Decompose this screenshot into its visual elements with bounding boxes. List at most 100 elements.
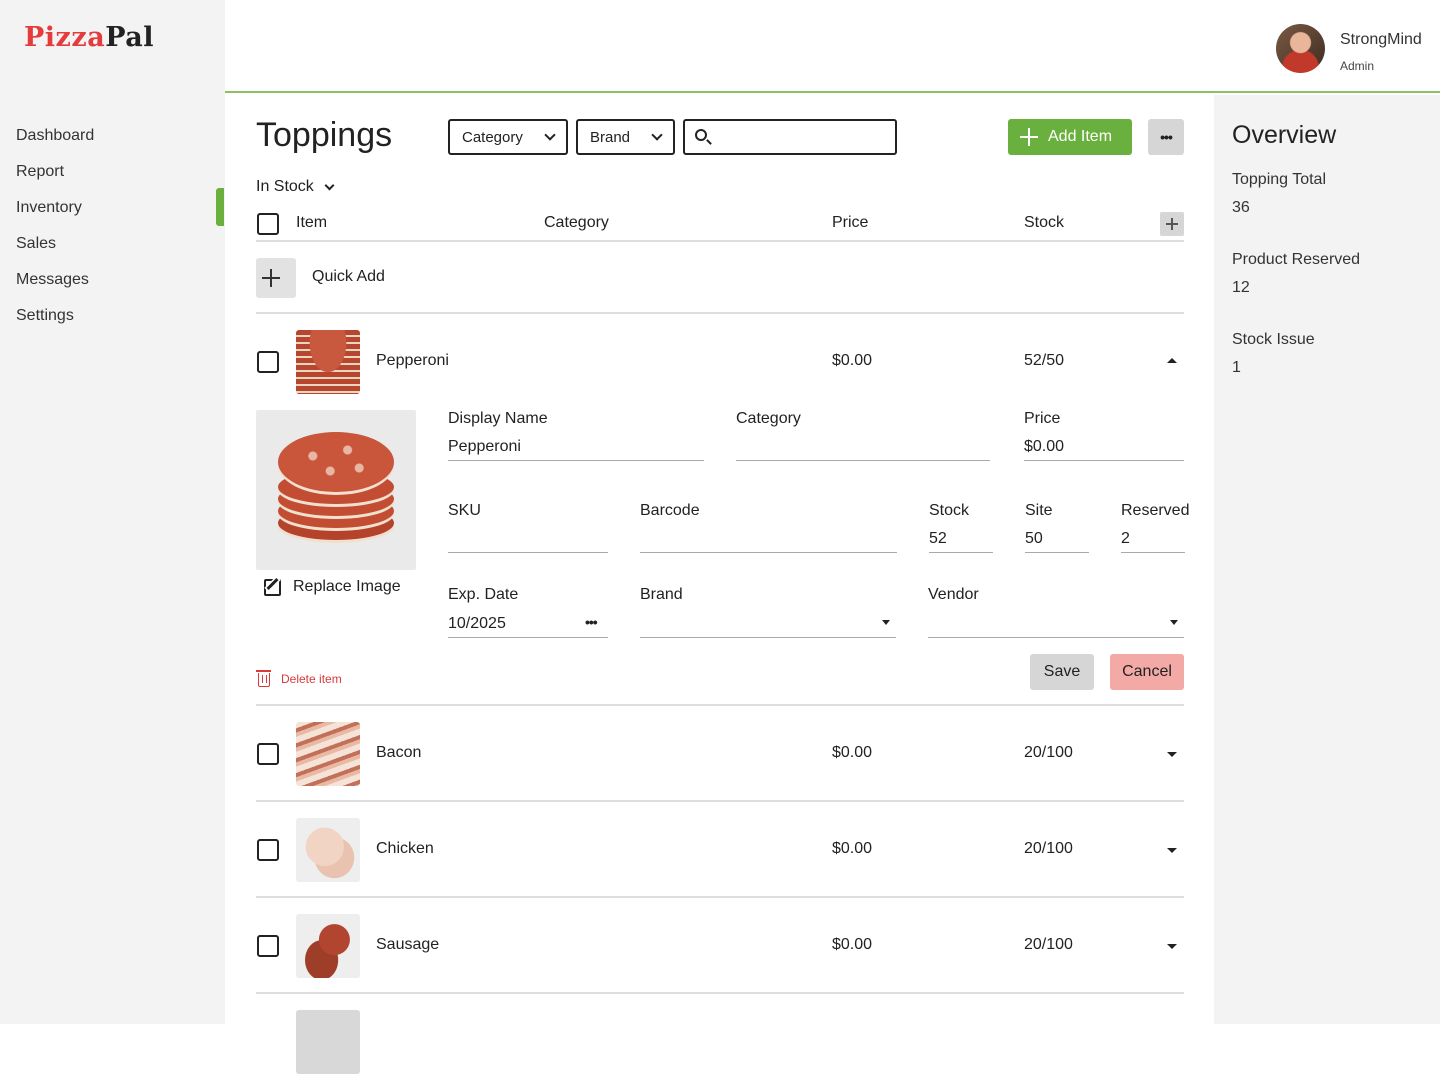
user-name[interactable]: StrongMind [1340, 31, 1422, 49]
pepperoni-thumbnail [296, 330, 360, 394]
more-options-button[interactable]: ••• [1148, 119, 1184, 155]
product-image [256, 410, 416, 570]
exp-date-field[interactable] [448, 610, 608, 638]
column-header-item[interactable]: Item [296, 214, 327, 232]
chevron-down-icon [544, 129, 556, 141]
replace-image-label: Replace Image [293, 578, 401, 595]
divider [256, 800, 1184, 802]
vendor-label: Vendor [928, 586, 979, 603]
chevron-down-icon [651, 129, 663, 141]
category-label: Category [736, 410, 801, 427]
add-item-label: Add Item [1048, 128, 1113, 145]
logo-part-pal: Pal [105, 22, 155, 53]
stock-filter-dropdown[interactable]: In Stock [256, 178, 335, 196]
row-stock: 20/100 [1024, 744, 1073, 761]
plus-icon [1166, 218, 1178, 230]
display-name-label: Display Name [448, 410, 548, 427]
search-input[interactable] [683, 119, 897, 155]
row-checkbox[interactable] [257, 935, 279, 957]
stat-value-topping-total: 36 [1232, 199, 1250, 216]
page-title: Toppings [256, 116, 393, 154]
expand-row-icon[interactable] [1167, 944, 1177, 949]
vendor-select[interactable] [928, 610, 1184, 638]
sku-label: SKU [448, 502, 481, 519]
logo-part-pizza: Pizza [24, 22, 106, 53]
collapse-row-icon[interactable] [1167, 358, 1177, 363]
sidebar-item-dashboard[interactable]: Dashboard [16, 118, 206, 154]
next-row-thumbnail [296, 1010, 360, 1074]
row-item-name: Pepperoni [376, 352, 449, 369]
brand-dropdown-label: Brand [590, 128, 631, 146]
row-checkbox[interactable] [257, 839, 279, 861]
row-checkbox[interactable] [257, 351, 279, 373]
row-stock: 20/100 [1024, 840, 1073, 857]
edit-icon [264, 578, 281, 596]
stat-value-stock-issue: 1 [1232, 359, 1241, 376]
pepperoni-top-slice [278, 432, 394, 492]
divider [256, 992, 1184, 994]
column-header-stock[interactable]: Stock [1024, 214, 1064, 232]
reserved-label: Reserved [1121, 502, 1190, 519]
chevron-down-icon [324, 180, 335, 190]
row-stock: 20/100 [1024, 936, 1073, 953]
sidebar-item-sales[interactable]: Sales [16, 226, 206, 262]
sidebar-item-inventory[interactable]: Inventory [16, 190, 206, 226]
row-item-name: Chicken [376, 840, 434, 857]
user-avatar[interactable] [1276, 24, 1325, 73]
brand-select[interactable] [640, 610, 896, 638]
row-item-name: Sausage [376, 936, 440, 953]
sku-field[interactable] [448, 525, 608, 553]
sidebar-item-messages[interactable]: Messages [16, 262, 206, 298]
column-header-category[interactable]: Category [544, 214, 609, 232]
site-field[interactable] [1025, 525, 1089, 553]
category-field[interactable] [736, 433, 990, 461]
sidebar: PizzaPal Dashboard Report Inventory Sale… [0, 0, 225, 1024]
row-price: $0.00 [832, 352, 873, 369]
stock-field[interactable] [929, 525, 993, 553]
stock-label: Stock [929, 502, 970, 519]
expand-row-icon[interactable] [1167, 752, 1177, 757]
sidebar-item-report[interactable]: Report [16, 154, 206, 190]
barcode-field[interactable] [640, 525, 897, 553]
brand-dropdown[interactable]: Brand [576, 119, 675, 155]
delete-item-label: Delete item [281, 672, 342, 686]
save-button[interactable]: Save [1030, 654, 1094, 690]
add-item-button[interactable]: Add Item [1008, 119, 1132, 155]
app-logo[interactable]: PizzaPal [24, 22, 154, 53]
sausage-thumbnail [296, 914, 360, 978]
display-name-field[interactable] [448, 433, 704, 461]
trash-icon [256, 670, 271, 687]
bacon-thumbnail [296, 722, 360, 786]
row-item-name: Bacon [376, 744, 422, 761]
delete-item-button[interactable]: Delete item [256, 670, 342, 687]
user-role: Admin [1340, 59, 1375, 73]
price-label: Price [1024, 410, 1061, 427]
divider [256, 704, 1184, 706]
price-field[interactable] [1024, 433, 1184, 461]
stat-value-product-reserved: 12 [1232, 279, 1250, 296]
sidebar-nav: Dashboard Report Inventory Sales Message… [16, 118, 206, 334]
row-checkbox[interactable] [257, 743, 279, 765]
category-dropdown-label: Category [462, 128, 523, 146]
column-header-price[interactable]: Price [832, 214, 868, 232]
replace-image-button[interactable]: Replace Image [264, 578, 401, 596]
brand-label: Brand [640, 586, 683, 603]
reserved-field[interactable] [1121, 525, 1185, 553]
barcode-label: Barcode [640, 502, 700, 519]
date-picker-icon[interactable]: ••• [585, 614, 598, 630]
row-price: $0.00 [832, 840, 873, 857]
category-dropdown[interactable]: Category [448, 119, 568, 155]
quick-add-label: Quick Add [312, 268, 385, 285]
divider [256, 896, 1184, 898]
caret-down-icon [882, 620, 890, 625]
add-column-button[interactable] [1160, 212, 1184, 236]
overview-title: Overview [1232, 121, 1337, 149]
quick-add-button[interactable] [256, 258, 296, 298]
sidebar-item-settings[interactable]: Settings [16, 298, 206, 334]
cancel-button[interactable]: Cancel [1110, 654, 1184, 690]
overview-panel: Overview Topping Total 36 Product Reserv… [1214, 95, 1440, 1024]
expand-row-icon[interactable] [1167, 848, 1177, 853]
select-all-checkbox[interactable] [257, 213, 279, 235]
row-price: $0.00 [832, 936, 873, 953]
stat-label-topping-total: Topping Total [1232, 171, 1326, 188]
